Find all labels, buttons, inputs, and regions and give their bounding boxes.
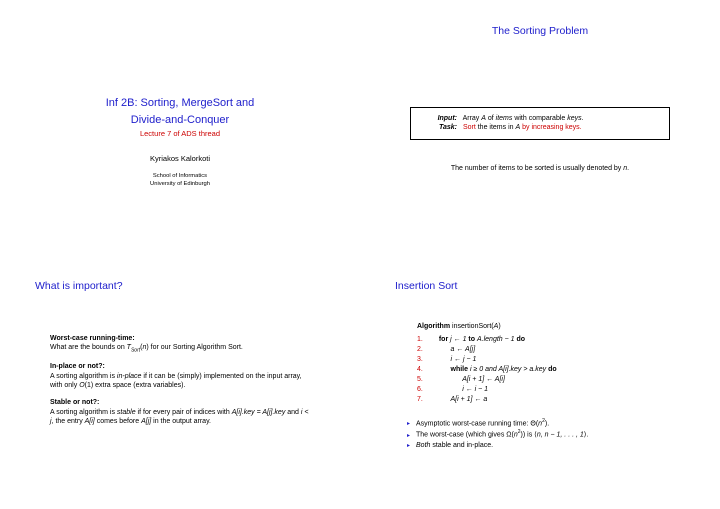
topic-stable: Stable or not?: A sorting algorithm is s… (50, 398, 310, 426)
slide-insertion-sort: Insertion Sort Algorithm insertionSort(A… (360, 255, 720, 509)
problem-box: Input: Array A of items with comparable … (410, 107, 670, 140)
bullet-runtime: Asymptotic worst-case running time: Θ(n2… (407, 418, 673, 430)
bullet-worstcase: The worst-case (which gives Ω(n2)) is ⟨n… (407, 429, 673, 441)
note-text: The number of items to be sorted is usua… (410, 164, 670, 173)
input-label: Input: (421, 114, 457, 123)
bullet-list: Asymptotic worst-case running time: Θ(n2… (407, 418, 673, 452)
topic-running-time: Worst-case running-time: What are the bo… (50, 334, 310, 355)
lecture-subtitle: Lecture 7 of ADS thread (140, 129, 220, 138)
slide-sorting-problem: The Sorting Problem Input: Array A of it… (360, 0, 720, 255)
course-title-line1: Inf 2B: Sorting, MergeSort and (106, 96, 255, 110)
slide-title: Inf 2B: Sorting, MergeSort and Divide-an… (0, 0, 360, 255)
topic-in-place: In-place or not?: A sorting algorithm is… (50, 362, 310, 390)
heading: Insertion Sort (395, 280, 685, 292)
course-title-line2: Divide-and-Conquer (131, 113, 229, 127)
affiliation-line1: School of Informatics (153, 173, 207, 181)
author-name: Kyriakos Kalorkoti (150, 154, 210, 163)
task-label: Task: (421, 123, 457, 132)
heading: The Sorting Problem (395, 25, 685, 37)
slide-what-important: What is important? Worst-case running-ti… (0, 255, 360, 509)
heading: What is important? (35, 280, 325, 292)
algorithm-block: Algorithm insertionSort(A) 1. for j ← 1 … (417, 322, 663, 406)
affiliation-line2: University of Edinburgh (150, 181, 210, 189)
bullet-stable-inplace: Both stable and in-place. (407, 441, 673, 452)
